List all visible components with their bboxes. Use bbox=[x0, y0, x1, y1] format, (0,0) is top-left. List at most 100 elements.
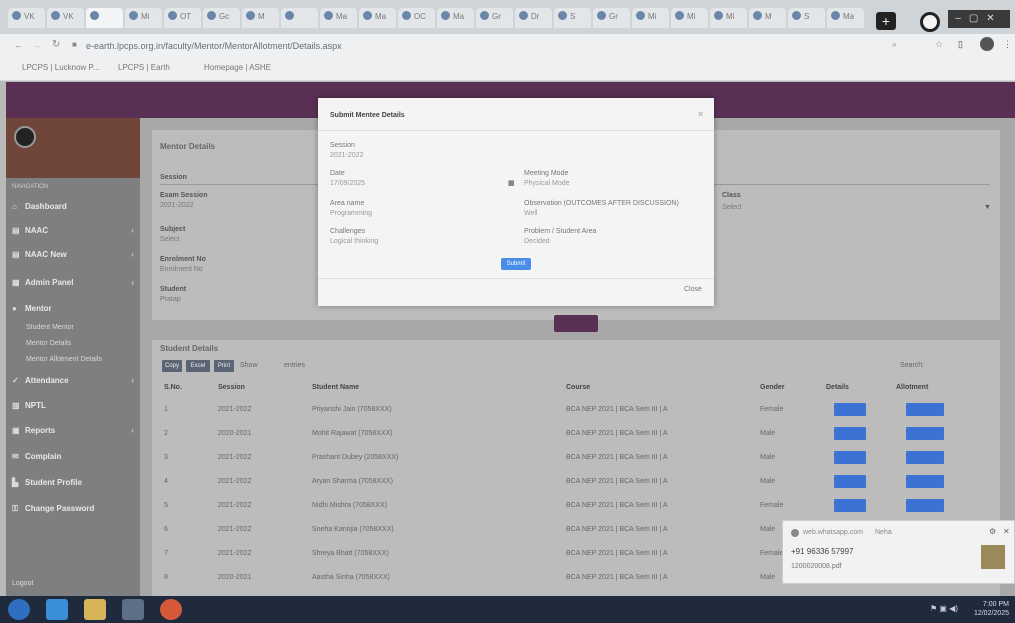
m-date-input[interactable]: 17/09/2025 bbox=[330, 180, 365, 187]
m-area-input[interactable]: Programming bbox=[330, 210, 372, 217]
browser-tab[interactable]: VK bbox=[47, 8, 84, 28]
browser-tab[interactable]: S bbox=[788, 8, 825, 28]
browser-tab[interactable]: Ma bbox=[437, 8, 474, 28]
bookmark-3[interactable]: Homepage | ASHE bbox=[204, 63, 271, 72]
browser-tab[interactable]: Gr bbox=[476, 8, 513, 28]
browser-tab[interactable]: Ma bbox=[827, 8, 864, 28]
sidebar-item-attendance[interactable]: ✓ Attendance ‹ bbox=[12, 376, 140, 385]
browser-tab[interactable]: Gc bbox=[203, 8, 240, 28]
modal-close-button[interactable]: Close bbox=[684, 286, 702, 293]
browser-tab[interactable]: Mi bbox=[632, 8, 669, 28]
browser-tab[interactable]: S bbox=[554, 8, 591, 28]
class-select[interactable]: Select bbox=[722, 204, 741, 211]
student-label: Student bbox=[160, 286, 187, 293]
excel-button[interactable]: Excel bbox=[186, 360, 210, 372]
column-header[interactable]: Session bbox=[218, 384, 245, 391]
start-icon[interactable] bbox=[8, 599, 30, 620]
sidebar-item-mentor[interactable]: ● Mentor bbox=[12, 304, 140, 313]
m-session-label: Session bbox=[330, 142, 355, 149]
student-input[interactable]: Pratap bbox=[160, 296, 181, 303]
browser-tab[interactable]: VK bbox=[8, 8, 45, 28]
modal-submit-button[interactable]: Submit bbox=[501, 258, 531, 270]
allotment-button[interactable] bbox=[906, 499, 944, 512]
sidebar-item-admin-panel[interactable]: ▦ Admin Panel ‹ bbox=[12, 278, 140, 287]
ie-icon[interactable] bbox=[46, 599, 68, 620]
m-session-value[interactable]: 2021-2022 bbox=[330, 152, 363, 159]
sidebar-subitem[interactable]: Mentor Allotment Details bbox=[26, 356, 102, 363]
m-observation-input[interactable]: Well bbox=[524, 210, 537, 217]
bookmark-2[interactable]: LPCPS | Earth bbox=[118, 63, 170, 72]
settings-icon[interactable]: ⚙ bbox=[989, 527, 996, 536]
enrolment-input[interactable]: Enrolment No bbox=[160, 266, 203, 273]
details-button[interactable] bbox=[834, 403, 866, 416]
allotment-button[interactable] bbox=[906, 475, 944, 488]
subject-select[interactable]: Select bbox=[160, 236, 179, 243]
chrome-taskbar-icon[interactable] bbox=[160, 599, 182, 620]
logout-link[interactable]: Logout bbox=[12, 580, 33, 587]
browser-tab[interactable]: M bbox=[242, 8, 279, 28]
folder-icon[interactable] bbox=[84, 599, 106, 620]
details-button[interactable] bbox=[834, 475, 866, 488]
new-tab-button[interactable]: + bbox=[876, 12, 896, 30]
sidebar-item-reports[interactable]: ▣ Reports ‹ bbox=[12, 426, 140, 435]
browser-tab[interactable]: Dr bbox=[515, 8, 552, 28]
column-header[interactable]: Course bbox=[566, 384, 590, 391]
column-header[interactable]: Gender bbox=[760, 384, 785, 391]
column-header[interactable]: Allotment bbox=[896, 384, 928, 391]
browser-tab[interactable]: Mi bbox=[671, 8, 708, 28]
browser-tab[interactable]: OC bbox=[398, 8, 435, 28]
browser-tab[interactable]: Mi bbox=[710, 8, 747, 28]
sidebar-icon[interactable]: ▯ bbox=[958, 39, 963, 50]
browser-tab[interactable] bbox=[86, 8, 123, 28]
allotment-button[interactable] bbox=[906, 451, 944, 464]
bookmark-1[interactable]: LPCPS | Lucknow P... bbox=[22, 63, 100, 72]
account-icon[interactable] bbox=[980, 37, 994, 51]
notif-close-icon[interactable]: ✕ bbox=[1003, 527, 1010, 536]
sidebar-subitem[interactable]: Mentor Details bbox=[26, 340, 71, 347]
search-icon[interactable]: ⌕ bbox=[892, 39, 897, 50]
browser-tab[interactable]: M bbox=[749, 8, 786, 28]
close-icon[interactable]: ✕ bbox=[697, 110, 704, 119]
sidebar-item-dashboard[interactable]: ⌂ Dashboard bbox=[12, 202, 140, 211]
column-header[interactable]: S.No. bbox=[164, 384, 182, 391]
details-button[interactable] bbox=[834, 427, 866, 440]
exam-session-select[interactable]: 2021-2022 bbox=[160, 202, 193, 209]
tray-icons[interactable]: ⚑ ▣ ◀) bbox=[930, 604, 958, 613]
calendar-icon[interactable]: ▦ bbox=[508, 179, 515, 187]
forward-icon[interactable]: → bbox=[32, 40, 41, 50]
m-challenges-input[interactable]: Logical thinking bbox=[330, 238, 378, 245]
browser-tab[interactable]: Mi bbox=[125, 8, 162, 28]
print-button[interactable]: Print bbox=[214, 360, 234, 372]
m-problem-input[interactable]: Decided bbox=[524, 238, 550, 245]
sidebar-item-complain[interactable]: ✉ Complain bbox=[12, 452, 140, 461]
copy-button[interactable]: Copy bbox=[162, 360, 182, 372]
sidebar-item-student-profile[interactable]: ▙ Student Profile bbox=[12, 478, 140, 487]
sidebar-subitem[interactable]: Student Mentor bbox=[26, 324, 74, 331]
star-icon[interactable]: ☆ bbox=[935, 39, 943, 50]
sidebar-item-naac[interactable]: ▤ NAAC ‹ bbox=[12, 226, 140, 235]
profile-avatar[interactable] bbox=[920, 12, 940, 32]
fetch-button[interactable] bbox=[554, 315, 598, 332]
notification-toast[interactable]: web.whatsapp.com Neha ⚙ ✕ +91 96336 5799… bbox=[782, 520, 1015, 584]
browser-tab[interactable]: Ma bbox=[320, 8, 357, 28]
sidebar-item-nptl[interactable]: ▥ NPTL bbox=[12, 401, 140, 410]
allotment-button[interactable] bbox=[906, 427, 944, 440]
menu-icon[interactable]: ⋮ bbox=[1003, 39, 1012, 50]
url-field[interactable]: e-earth.lpcps.org.in/faculty/Mentor/Ment… bbox=[86, 38, 866, 54]
browser-tab[interactable]: Gr bbox=[593, 8, 630, 28]
browser-tab[interactable]: Ma bbox=[359, 8, 396, 28]
browser-tab[interactable] bbox=[281, 8, 318, 28]
back-icon[interactable]: ← bbox=[14, 40, 23, 50]
reload-icon[interactable]: ↻ bbox=[52, 39, 60, 50]
details-button[interactable] bbox=[834, 499, 866, 512]
column-header[interactable]: Details bbox=[826, 384, 849, 391]
m-mode-select[interactable]: Physical Mode bbox=[524, 180, 570, 187]
allotment-button[interactable] bbox=[906, 403, 944, 416]
browser-tab[interactable]: OT bbox=[164, 8, 201, 28]
media-icon[interactable] bbox=[122, 599, 144, 620]
sidebar-item-naac-new[interactable]: ▤ NAAC New ‹ bbox=[12, 250, 140, 259]
details-button[interactable] bbox=[834, 451, 866, 464]
window-controls[interactable]: –▢✕ bbox=[948, 10, 1010, 28]
sidebar-item-change-password[interactable]: ⚿ Change Password bbox=[12, 504, 140, 514]
column-header[interactable]: Student Name bbox=[312, 384, 359, 391]
